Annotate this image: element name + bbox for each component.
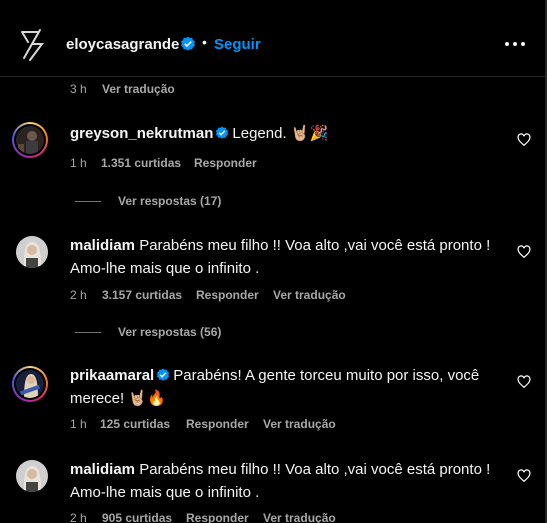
comment-time: 2 h bbox=[70, 511, 87, 523]
verified-badge-icon bbox=[157, 368, 170, 381]
comment-time: 2 h bbox=[70, 288, 87, 302]
comment-body: malidiam Parabéns meu filho !! Voa alto … bbox=[70, 234, 510, 280]
avatar[interactable] bbox=[12, 366, 48, 402]
previous-comment-meta: 3 h Ver tradução bbox=[70, 82, 270, 98]
reply-button[interactable]: Responder bbox=[194, 156, 257, 170]
likes-count[interactable]: 125 curtidas bbox=[100, 417, 170, 431]
translate-link[interactable]: Ver tradução bbox=[263, 417, 336, 431]
comment-meta: 1 h 125 curtidas Responder Ver tradução bbox=[70, 417, 390, 433]
comment-time: 1 h bbox=[70, 417, 87, 431]
comment-body: prikaamaral Parabéns! A gente torceu muit… bbox=[70, 364, 500, 410]
replies-divider bbox=[75, 201, 101, 202]
comment-username[interactable]: malidiam bbox=[70, 237, 135, 254]
view-replies-button[interactable]: Ver respostas (56) bbox=[75, 325, 275, 341]
comment-text: Legend. 🤘🏼🎉 bbox=[232, 125, 329, 142]
reply-button[interactable]: Responder bbox=[186, 417, 249, 431]
view-replies-button[interactable]: Ver respostas (17) bbox=[75, 194, 275, 210]
avatar[interactable] bbox=[16, 460, 48, 492]
reply-button[interactable]: Responder bbox=[186, 511, 249, 523]
likes-count[interactable]: 905 curtidas bbox=[102, 511, 172, 523]
like-heart-icon[interactable] bbox=[517, 469, 531, 483]
comment-username[interactable]: prikaamaral bbox=[70, 367, 154, 384]
more-options-icon[interactable] bbox=[505, 42, 525, 48]
comment-body: greyson_nekrutman Legend. 🤘🏼🎉 bbox=[70, 122, 490, 145]
reply-button[interactable]: Responder bbox=[196, 288, 259, 302]
like-heart-icon[interactable] bbox=[517, 245, 531, 259]
post-header: eloycasagrande • Seguir bbox=[0, 0, 545, 77]
comment-username[interactable]: greyson_nekrutman bbox=[70, 125, 213, 142]
translate-link[interactable]: Ver tradução bbox=[102, 82, 175, 96]
replies-divider bbox=[75, 332, 101, 333]
like-heart-icon[interactable] bbox=[517, 375, 531, 389]
comment-time: 1 h bbox=[70, 156, 87, 170]
comment-meta: 2 h 3.157 curtidas Responder Ver traduçã… bbox=[70, 288, 390, 304]
likes-count[interactable]: 1.351 curtidas bbox=[101, 156, 181, 170]
view-replies-label: Ver respostas (17) bbox=[118, 194, 222, 208]
avatar-image bbox=[16, 236, 48, 268]
avatar-image bbox=[16, 126, 44, 154]
comment-time: 3 h bbox=[70, 82, 87, 96]
view-replies-label: Ver respostas (56) bbox=[118, 325, 222, 339]
follow-button[interactable]: Seguir bbox=[214, 36, 261, 53]
comment-meta: 1 h 1.351 curtidas Responder bbox=[70, 156, 320, 172]
avatar[interactable] bbox=[16, 236, 48, 268]
avatar-image bbox=[16, 370, 44, 398]
header-separator: • bbox=[202, 34, 207, 50]
comment-body: malidiam Parabéns meu filho !! Voa alto … bbox=[70, 458, 510, 504]
like-heart-icon[interactable] bbox=[517, 133, 531, 147]
header-username[interactable]: eloycasagrande bbox=[66, 36, 179, 53]
verified-badge-icon bbox=[216, 126, 229, 139]
translate-link[interactable]: Ver tradução bbox=[273, 288, 346, 302]
verified-badge-icon bbox=[181, 36, 195, 51]
comment-meta: 2 h 905 curtidas Responder Ver tradução bbox=[70, 511, 390, 523]
translate-link[interactable]: Ver tradução bbox=[263, 511, 336, 523]
avatar-image bbox=[16, 460, 48, 492]
avatar[interactable] bbox=[12, 122, 48, 158]
likes-count[interactable]: 3.157 curtidas bbox=[102, 288, 182, 302]
comment-username[interactable]: malidiam bbox=[70, 461, 135, 478]
profile-logo-icon[interactable] bbox=[18, 28, 46, 62]
